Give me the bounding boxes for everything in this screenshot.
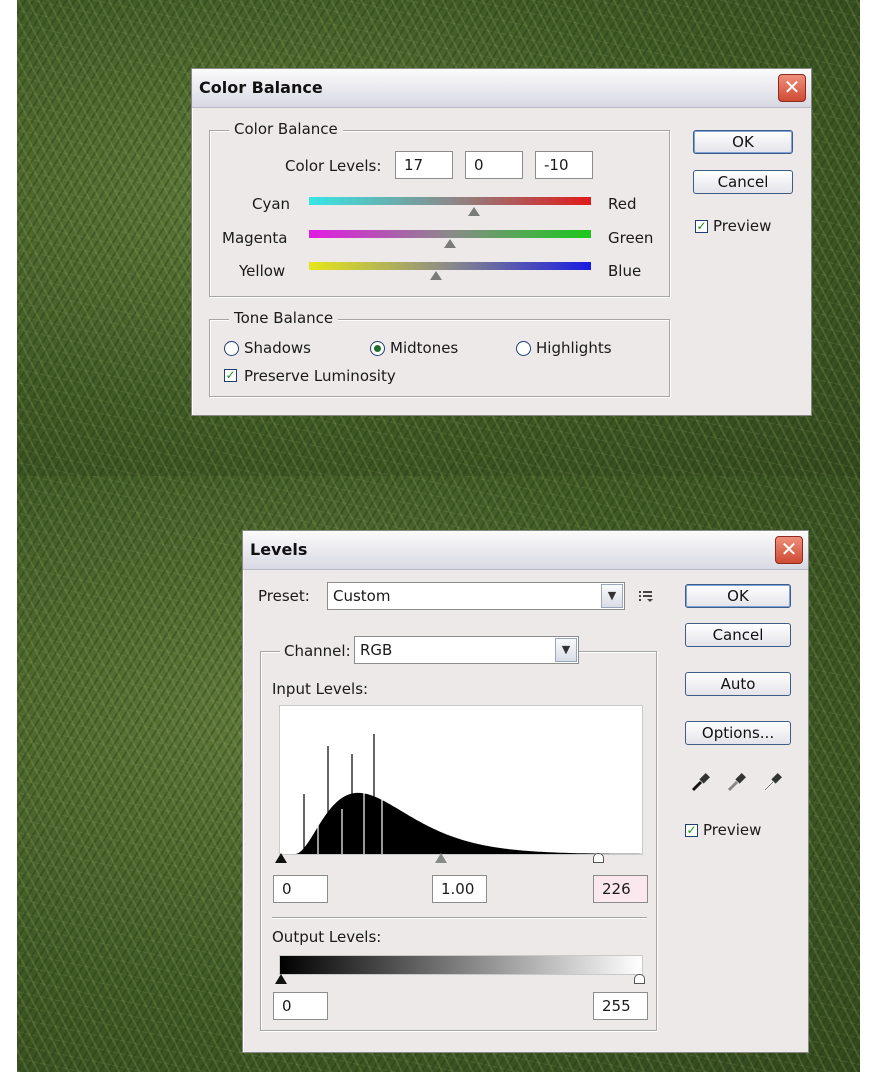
histogram-graph (280, 734, 642, 854)
cyan-label: Cyan (252, 195, 291, 213)
preset-dropdown[interactable]: Custom ▼ (327, 582, 625, 610)
output-black-field[interactable]: 0 (273, 992, 328, 1020)
blue-label: Blue (608, 262, 642, 280)
chevron-down-icon[interactable]: ▼ (555, 638, 577, 662)
tone-balance-group: Tone Balance (209, 309, 670, 397)
color-level-field-1[interactable]: 17 (395, 151, 453, 179)
preserve-luminosity-checkbox[interactable]: ✓ (224, 369, 237, 382)
input-gamma-field[interactable]: 1.00 (432, 875, 487, 903)
color-balance-titlebar: Color Balance ✕ (192, 69, 811, 108)
magenta-label: Magenta (222, 229, 288, 247)
gray-eyedropper-icon[interactable] (726, 771, 748, 793)
preset-value: Custom (333, 587, 391, 605)
channel-dropdown[interactable]: RGB ▼ (354, 636, 579, 664)
levels-dialog: Levels ✕ Preset: Custom ▼ Channel: RGB ▼… (242, 530, 809, 1053)
ok-button[interactable]: OK (693, 130, 793, 154)
histogram-area (280, 792, 642, 854)
close-button[interactable]: ✕ (775, 536, 803, 564)
output-white-thumb[interactable] (634, 974, 645, 984)
dialog-title: Color Balance (199, 78, 323, 97)
input-levels-label: Input Levels: (272, 680, 369, 698)
preset-menu-icon[interactable] (639, 589, 655, 603)
white-eyedropper-icon[interactable] (762, 771, 784, 793)
color-levels-label: Color Levels: (285, 157, 382, 175)
highlights-label[interactable]: Highlights (536, 339, 612, 357)
preset-label: Preset: (258, 587, 310, 605)
output-white-field[interactable]: 255 (593, 992, 648, 1020)
green-label: Green (608, 229, 654, 247)
input-gamma-thumb[interactable] (435, 853, 447, 863)
input-black-thumb[interactable] (275, 853, 287, 863)
output-levels-label: Output Levels: (272, 928, 382, 946)
cyan-red-slider-thumb[interactable] (468, 207, 480, 216)
shadows-label[interactable]: Shadows (244, 339, 311, 357)
preview-label[interactable]: Preview (713, 217, 771, 235)
output-black-thumb[interactable] (275, 974, 287, 984)
preview-checkbox[interactable]: ✓ (685, 824, 698, 837)
group-title: Color Balance (229, 120, 343, 138)
red-label: Red (608, 195, 637, 213)
color-level-field-2[interactable]: 0 (465, 151, 523, 179)
options-button[interactable]: Options... (685, 721, 791, 745)
input-white-thumb[interactable] (593, 853, 604, 863)
cyan-red-track[interactable] (309, 197, 591, 205)
preserve-luminosity-label[interactable]: Preserve Luminosity (244, 367, 396, 385)
yellow-blue-slider-thumb[interactable] (430, 271, 442, 280)
channel-value: RGB (360, 641, 393, 659)
channel-label: Channel: (280, 642, 355, 660)
ok-button[interactable]: OK (685, 584, 791, 608)
shadows-radio[interactable] (224, 341, 239, 356)
group-title: Tone Balance (229, 309, 339, 327)
close-button[interactable]: ✕ (778, 74, 806, 102)
midtones-label[interactable]: Midtones (390, 339, 458, 357)
preview-checkbox[interactable]: ✓ (695, 220, 708, 233)
close-icon: ✕ (783, 75, 801, 99)
histogram (279, 705, 643, 855)
magenta-green-slider-thumb[interactable] (444, 239, 456, 248)
input-black-field[interactable]: 0 (273, 875, 328, 903)
close-icon: ✕ (780, 537, 798, 561)
yellow-blue-track[interactable] (309, 262, 591, 270)
yellow-label: Yellow (239, 262, 286, 280)
levels-titlebar: Levels ✕ (243, 531, 808, 570)
dialog-title: Levels (250, 540, 308, 559)
output-gradient-bar (279, 955, 643, 975)
midtones-radio[interactable] (370, 341, 385, 356)
color-balance-dialog: Color Balance ✕ Color Balance Color Leve… (191, 68, 812, 416)
input-white-field[interactable]: 226 (593, 875, 648, 903)
highlights-radio[interactable] (516, 341, 531, 356)
black-eyedropper-icon[interactable] (690, 771, 712, 793)
chevron-down-icon[interactable]: ▼ (601, 584, 623, 608)
auto-button[interactable]: Auto (685, 672, 791, 696)
preview-label[interactable]: Preview (703, 821, 761, 839)
cancel-button[interactable]: Cancel (693, 170, 793, 194)
magenta-green-track[interactable] (309, 230, 591, 238)
cancel-button[interactable]: Cancel (685, 623, 791, 647)
separator (272, 917, 647, 919)
color-level-field-3[interactable]: -10 (535, 151, 593, 179)
